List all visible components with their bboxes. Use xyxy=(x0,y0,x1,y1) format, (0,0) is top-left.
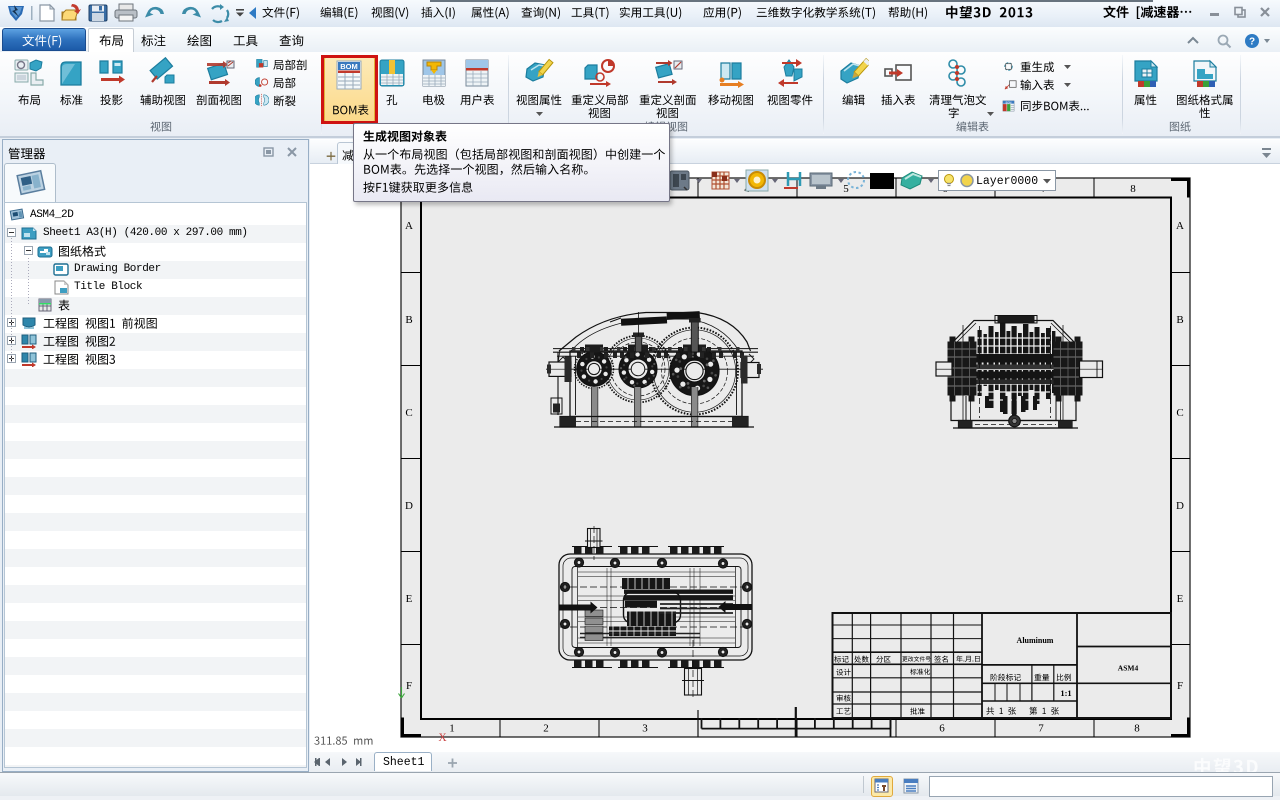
svg-text:X: X xyxy=(438,732,447,744)
svg-text:BOM: BOM xyxy=(1006,100,1012,104)
svg-text:?: ? xyxy=(1249,37,1255,48)
svg-text:ASM4: ASM4 xyxy=(1118,664,1139,673)
svg-text:BOM: BOM xyxy=(340,62,358,71)
svg-text:1:1: 1:1 xyxy=(1060,688,1071,698)
svg-text:Aluminum: Aluminum xyxy=(1017,636,1054,645)
